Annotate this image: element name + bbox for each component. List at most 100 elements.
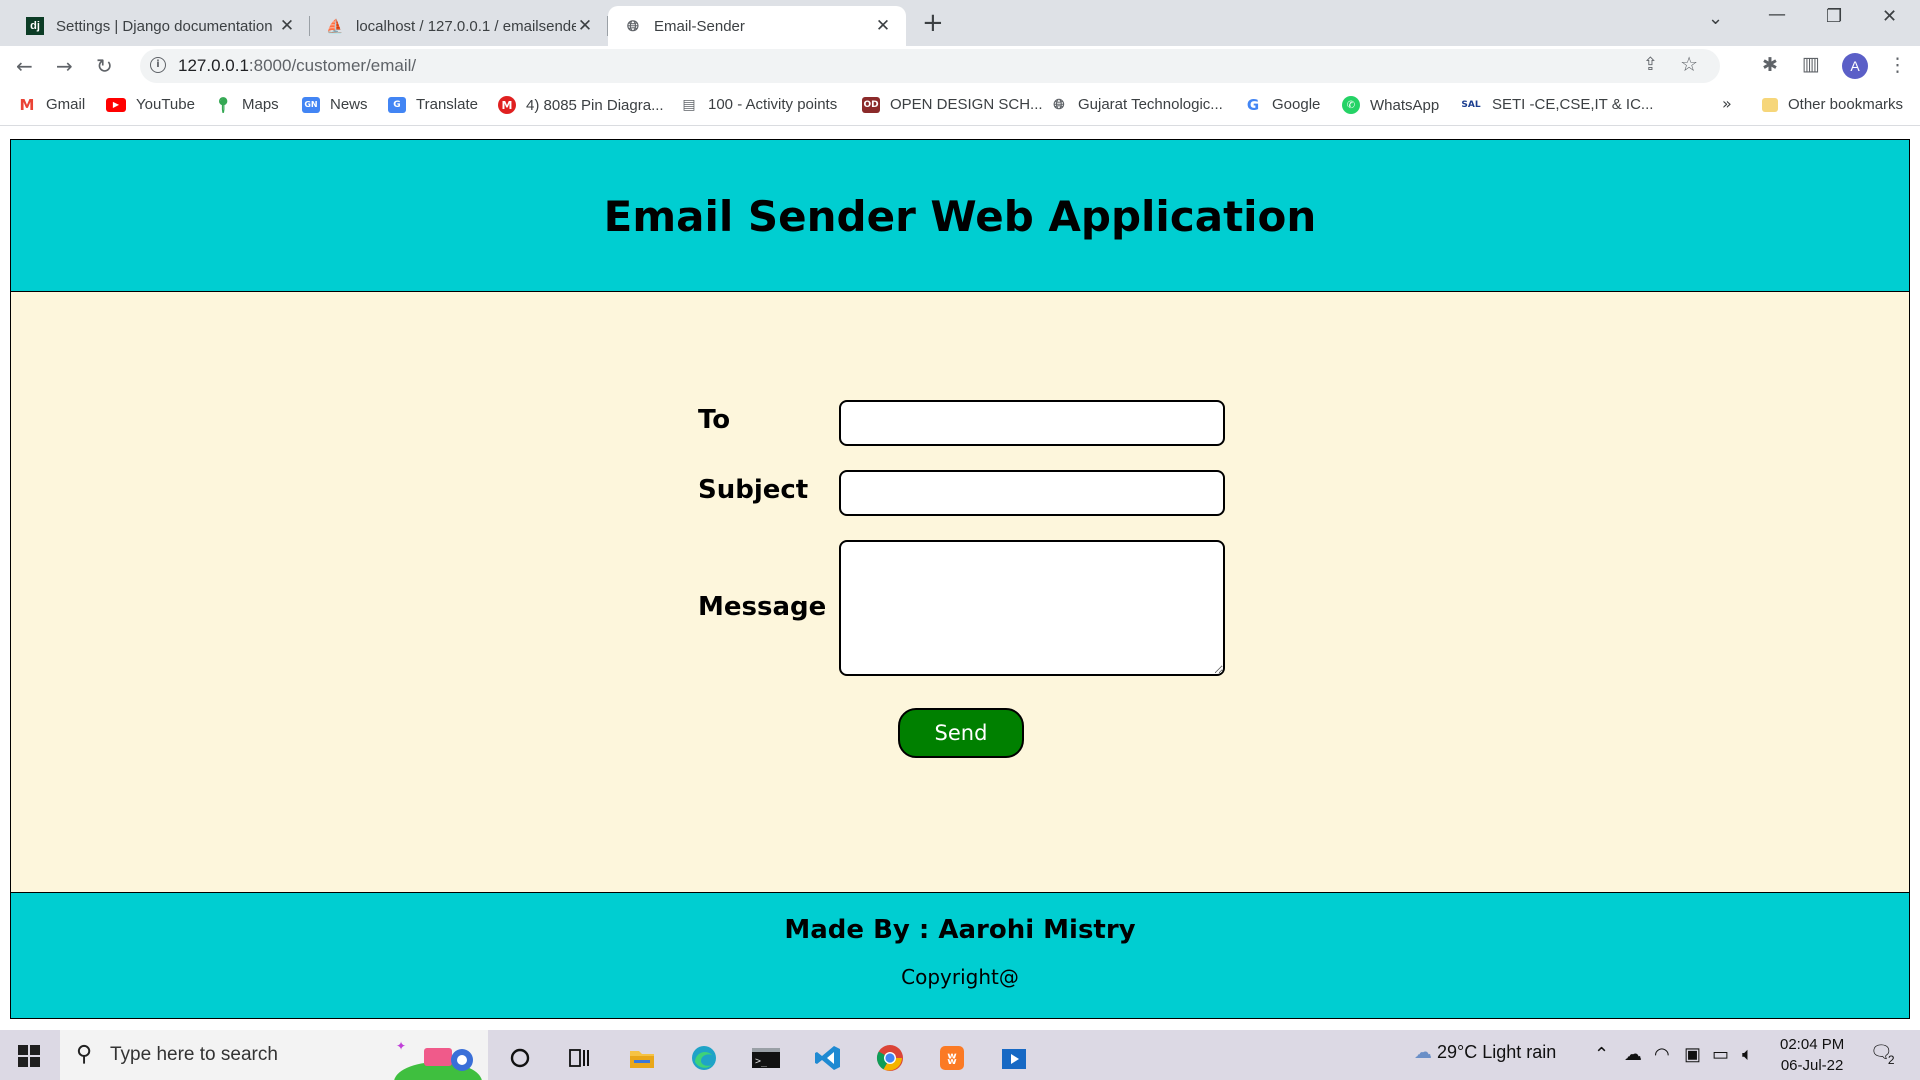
chrome-icon[interactable] [866, 1038, 914, 1078]
task-view-icon[interactable] [556, 1038, 604, 1078]
tab-title: Email-Sender [654, 17, 745, 35]
folder-icon [1762, 97, 1778, 112]
volume-icon[interactable]: 🔈︎ [1742, 1044, 1753, 1065]
taskbar-clock[interactable]: 02:04 PM 06-Jul-22 [1780, 1034, 1844, 1076]
bookmark-label: 100 - Activity points [708, 96, 838, 113]
bookmarks-overflow-button[interactable]: » [1722, 94, 1732, 113]
bookmark-label: Maps [242, 96, 279, 113]
bookmark-google[interactable]: G Google [1244, 95, 1321, 114]
close-window-button[interactable]: ✕ [1882, 6, 1897, 27]
restore-button[interactable]: ❐ [1826, 6, 1842, 27]
bookmark-translate[interactable]: G Translate [388, 96, 478, 113]
site-info-icon[interactable]: i [150, 57, 166, 73]
clock-date: 06-Jul-22 [1780, 1057, 1844, 1074]
cortana-icon[interactable] [496, 1038, 544, 1078]
close-icon[interactable]: ✕ [278, 16, 296, 36]
browser-toolbar: ← → ↻ i 127.0.0.1:8000/customer/email/ ⇪… [0, 46, 1920, 86]
menu-dots-icon[interactable]: ⋮ [1888, 54, 1907, 76]
url-host: 127.0.0.1 [178, 56, 249, 75]
m-icon: M [498, 96, 516, 114]
maps-icon: 📍︎ [213, 95, 233, 114]
youtube-icon: ▶ [106, 97, 126, 112]
svg-text:ʬ: ʬ [947, 1049, 957, 1068]
other-bookmarks[interactable]: Other bookmarks [1762, 96, 1903, 113]
subject-input[interactable] [839, 470, 1225, 516]
bookmark-label: Other bookmarks [1788, 96, 1904, 113]
search-placeholder: Type here to search [110, 1044, 278, 1065]
globe-icon: 🌐︎ [1053, 96, 1065, 113]
bookmark-maps[interactable]: 📍︎ Maps [213, 95, 279, 114]
doc-icon: ▤ [682, 96, 696, 113]
battery-icon[interactable]: ▭ [1712, 1044, 1729, 1065]
bookmark-gujarat-tech[interactable]: 🌐︎ Gujarat Technologic... [1050, 96, 1223, 113]
send-button[interactable]: Send [898, 708, 1024, 758]
forward-button[interactable]: → [56, 54, 73, 78]
clock-time: 02:04 PM [1780, 1036, 1845, 1053]
bookmark-label: 4) 8085 Pin Diagra... [526, 96, 664, 114]
bookmark-star-icon[interactable]: ☆ [1680, 52, 1698, 76]
bookmark-news[interactable]: GN News [302, 96, 368, 113]
extensions-icon[interactable]: ✱ [1762, 54, 1778, 76]
bookmark-activity-points[interactable]: ▤ 100 - Activity points [680, 96, 837, 113]
bookmark-8085[interactable]: M 4) 8085 Pin Diagra... [498, 96, 664, 114]
reload-button[interactable]: ↻ [96, 54, 113, 78]
tab-django-settings[interactable]: dj Settings | Django documentation ✕ [10, 6, 310, 46]
close-icon[interactable]: ✕ [576, 16, 594, 36]
avatar[interactable]: A [1842, 53, 1868, 79]
windows-start-icon[interactable] [18, 1045, 40, 1067]
google-icon: G [1246, 95, 1260, 114]
onedrive-icon[interactable]: ☁ [1624, 1044, 1642, 1065]
message-textarea[interactable] [839, 540, 1225, 676]
tab-search-chevron-icon[interactable]: ⌄ [1708, 8, 1723, 29]
bookmark-gmail[interactable]: M Gmail [18, 96, 86, 114]
whatsapp-icon: ✆ [1342, 96, 1360, 114]
taskbar-search-box[interactable]: ⚲ Type here to search ✦ [60, 1030, 488, 1080]
xampp-icon[interactable]: ʬ [928, 1038, 976, 1078]
url-text[interactable]: 127.0.0.1:8000/customer/email/ [178, 56, 416, 76]
bookmark-whatsapp[interactable]: ✆ WhatsApp [1342, 96, 1439, 114]
address-bar[interactable]: i 127.0.0.1:8000/customer/email/ ⇪ ☆ [140, 49, 1720, 83]
made-by-text: Made By : Aarohi Mistry [784, 915, 1136, 945]
search-icon: ⚲ [76, 1042, 93, 1067]
tab-phpmyadmin[interactable]: ⛵ localhost / 127.0.0.1 / emailsender ✕ [310, 6, 608, 46]
bookmark-seti[interactable]: SAL SETI -CE,CSE,IT & IC... [1460, 96, 1653, 113]
bookmark-label: News [330, 96, 368, 113]
wifi-icon[interactable]: ◠ [1654, 1044, 1670, 1065]
weather-widget[interactable]: ☁︎ 29°C Light rain [1414, 1042, 1556, 1063]
rain-cloud-icon: ☁︎ [1414, 1042, 1432, 1062]
tab-title: localhost / 127.0.0.1 / emailsender [356, 17, 576, 35]
notification-center-icon[interactable]: 🗨︎ 2 [1870, 1042, 1905, 1067]
show-hidden-icons-chevron-icon[interactable]: ⌃ [1594, 1044, 1609, 1065]
bookmark-open-design[interactable]: OD OPEN DESIGN SCH... [862, 96, 1043, 113]
new-tab-button[interactable]: + [922, 10, 944, 36]
media-player-icon[interactable] [990, 1038, 1038, 1078]
url-path: :8000/customer/email/ [248, 56, 417, 75]
svg-text:>_: >_ [755, 1056, 768, 1067]
bookmark-label: SETI -CE,CSE,IT & IC... [1492, 96, 1654, 113]
file-explorer-icon[interactable] [618, 1038, 666, 1078]
edge-browser-icon[interactable] [680, 1038, 728, 1078]
copyright-text: Copyright@ [901, 965, 1019, 989]
bookmark-label: Gujarat Technologic... [1078, 96, 1223, 113]
side-panel-icon[interactable]: ▥ [1802, 53, 1820, 75]
page-footer: Made By : Aarohi Mistry Copyright@ [10, 892, 1910, 1019]
email-form-section: To Subject Message Send [10, 292, 1910, 892]
minimize-button[interactable]: — [1768, 4, 1786, 25]
weather-text: 29°C Light rain [1437, 1042, 1557, 1062]
close-icon[interactable]: ✕ [874, 16, 892, 36]
vscode-icon[interactable] [804, 1038, 852, 1078]
bookmark-label: OPEN DESIGN SCH... [890, 96, 1043, 113]
share-icon[interactable]: ⇪ [1643, 54, 1658, 75]
bookmark-youtube[interactable]: ▶ YouTube [106, 96, 195, 113]
bookmark-label: WhatsApp [1370, 96, 1440, 114]
back-button[interactable]: ← [16, 54, 33, 78]
news-icon: GN [302, 96, 320, 113]
svg-text:✦: ✦ [396, 1039, 406, 1053]
tab-email-sender[interactable]: 🌐︎ Email-Sender ✕ [608, 6, 906, 46]
to-input[interactable] [839, 400, 1225, 446]
terminal-icon[interactable]: >_ [742, 1038, 790, 1078]
meet-now-icon[interactable]: ▣ [1684, 1044, 1701, 1065]
notification-count: 2 [1887, 1053, 1895, 1067]
bookmark-label: Google [1272, 96, 1321, 113]
bookmarks-bar: M Gmail ▶ YouTube 📍︎ Maps GN News G Tran… [0, 86, 1920, 126]
